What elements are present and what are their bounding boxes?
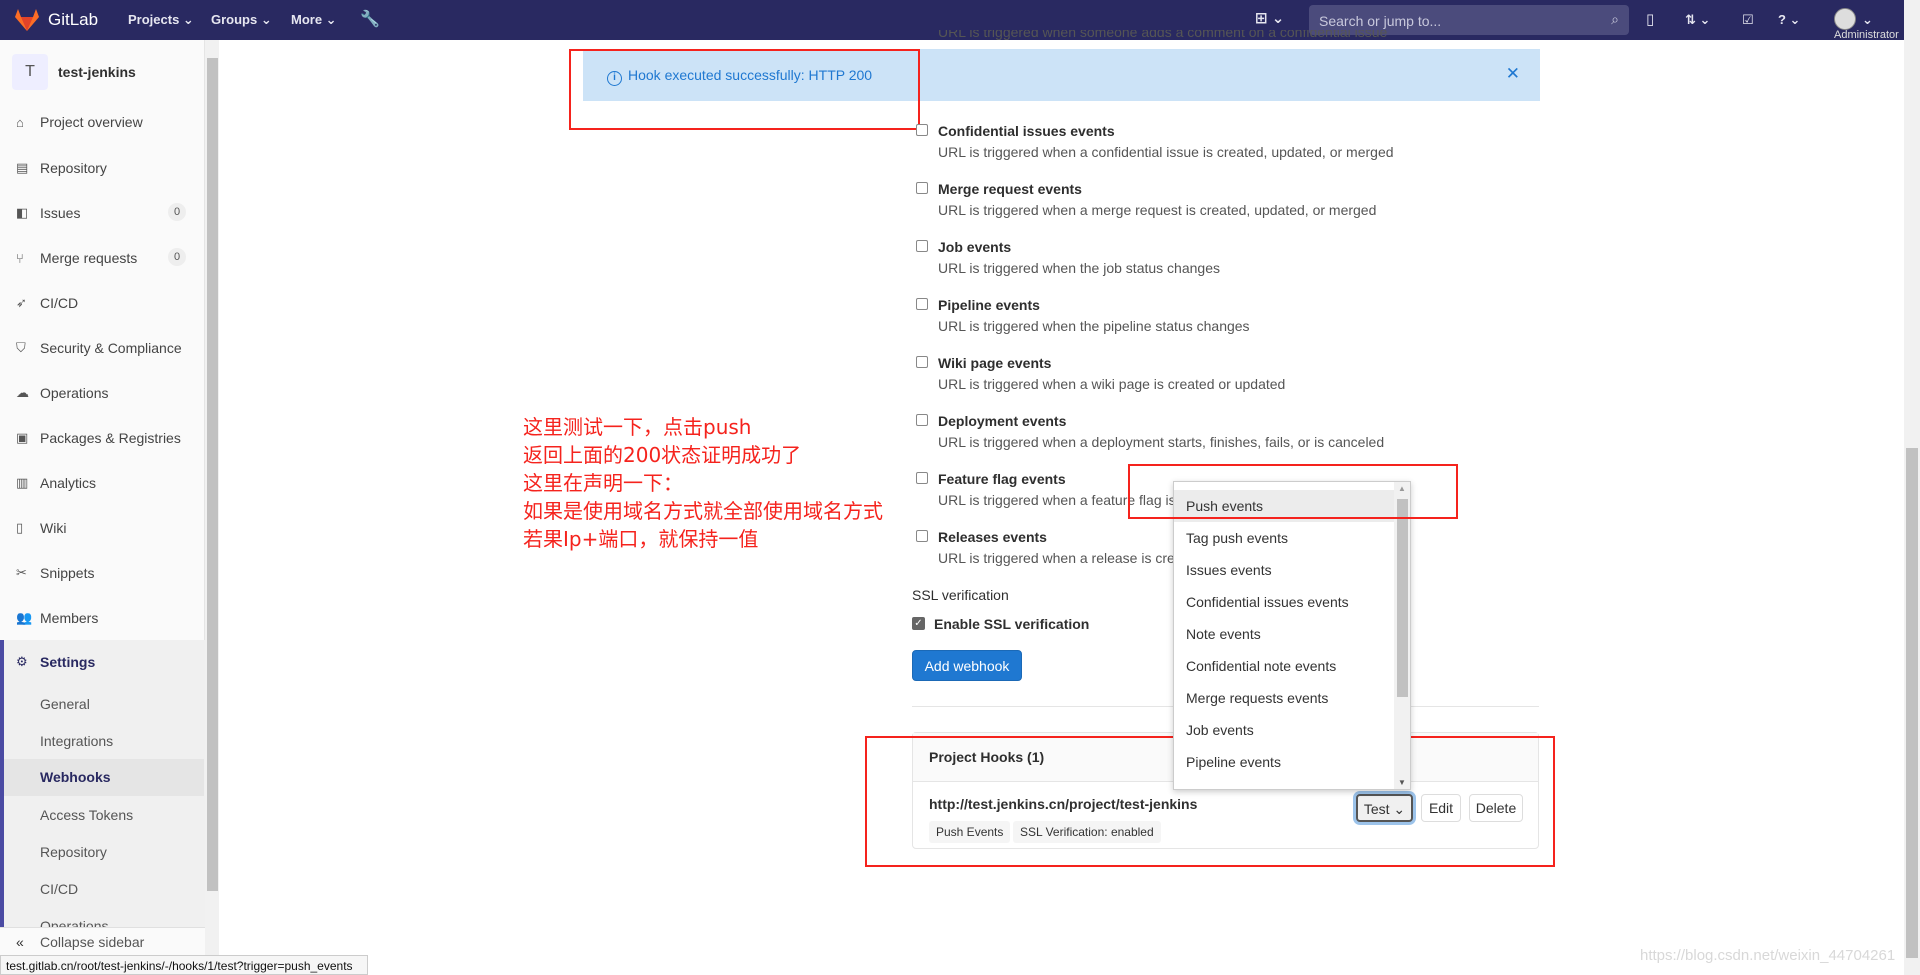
annotation-text: 这里测试一下，点击push 返回上面的200状态证明成功了 这里在声明一下： 如果是使… — [523, 415, 883, 551]
collapse-sidebar-button[interactable]: «Collapse sidebar — [0, 927, 205, 955]
sidebar-item-cicd[interactable]: ➶ CI/CD — [16, 295, 78, 311]
scissors-icon: ✂ — [16, 565, 27, 580]
issues-count: 0 — [168, 203, 186, 221]
sidebar-item-settings[interactable]: ⚙ Settings — [16, 654, 95, 670]
dropdown-scrollbar[interactable]: ▲ ▼ — [1394, 482, 1410, 789]
sidebar-item-merge-requests[interactable]: ⑂ Merge requests — [16, 250, 137, 266]
scroll-down-icon[interactable]: ▼ — [1398, 778, 1406, 787]
chart-icon: ▥ — [16, 475, 29, 490]
checkbox[interactable] — [916, 240, 928, 252]
checkbox-checked[interactable]: ✓ — [912, 617, 925, 630]
checkbox[interactable] — [916, 530, 928, 542]
dropdown-item-confidential-note[interactable]: Confidential note events — [1174, 650, 1396, 682]
test-dropdown-menu: Push events Tag push events Issues event… — [1173, 481, 1411, 790]
status-bar-url: test.gitlab.cn/root/test-jenkins/-/hooks… — [0, 955, 368, 975]
help-icon[interactable]: ? ⌄ — [1778, 12, 1800, 28]
dropdown-item-wiki-page[interactable]: Wiki page events — [1174, 778, 1396, 789]
annotation-box-flash — [569, 49, 920, 130]
sidebar-item-project-overview[interactable]: ⌂ Project overview — [16, 114, 143, 130]
brand-name[interactable]: GitLab — [48, 10, 98, 30]
checkbox[interactable] — [916, 414, 928, 426]
issues-icon: ◧ — [16, 205, 29, 220]
cloud-icon: ☁ — [16, 385, 29, 400]
dropdown-item-confidential-issues[interactable]: Confidential issues events — [1174, 586, 1396, 618]
checkbox[interactable] — [916, 472, 928, 484]
dropdown-item-merge-requests[interactable]: Merge requests events — [1174, 682, 1396, 714]
nav-more[interactable]: More ⌄ — [291, 12, 337, 28]
checkbox[interactable] — [916, 298, 928, 310]
settings-integrations[interactable]: Integrations — [40, 733, 113, 749]
checkbox[interactable] — [916, 356, 928, 368]
sidebar-item-issues[interactable]: ◧ Issues — [16, 205, 80, 221]
merge-icon: ⑂ — [16, 250, 24, 266]
double-chevron-left-icon: « — [16, 934, 24, 950]
chevron-down-icon[interactable]: ⌄ — [1862, 12, 1873, 28]
sidebar-item-analytics[interactable]: ▥ Analytics — [16, 475, 96, 491]
gitlab-logo-icon[interactable] — [14, 8, 40, 32]
page-scrollbar-thumb[interactable] — [1906, 448, 1918, 958]
settings-webhooks[interactable]: Webhooks — [40, 769, 111, 785]
nav-groups[interactable]: Groups ⌄ — [211, 12, 272, 28]
todos-icon[interactable]: ☑ — [1742, 12, 1754, 28]
add-webhook-button[interactable]: Add webhook — [912, 650, 1022, 681]
project-avatar[interactable]: T — [12, 54, 48, 90]
dropdown-item-issues[interactable]: Issues events — [1174, 554, 1396, 586]
sidebar-item-repository[interactable]: ▤ Repository — [16, 160, 107, 176]
user-name: Administrator — [1834, 29, 1899, 41]
close-icon[interactable]: ✕ — [1506, 64, 1520, 84]
mr-count: 0 — [168, 248, 186, 266]
sidebar: T test-jenkins ⌂ Project overview ▤ Reposi… — [0, 40, 205, 955]
watermark: https://blog.csdn.net/weixin_44704261 — [1640, 947, 1896, 964]
checkbox[interactable] — [916, 182, 928, 194]
settings-general[interactable]: General — [40, 696, 90, 712]
sidebar-item-security[interactable]: ⛉ Security & Compliance — [16, 340, 182, 356]
users-icon: 👥 — [16, 610, 33, 625]
page-scrollbar[interactable] — [1904, 0, 1920, 975]
sidebar-item-snippets[interactable]: ✂ Snippets — [16, 565, 94, 581]
package-icon: ▣ — [16, 430, 29, 445]
nav-projects[interactable]: Projects ⌄ — [128, 12, 194, 28]
rocket-icon: ➶ — [16, 295, 27, 310]
sidebar-item-wiki[interactable]: ▯ Wiki — [16, 520, 66, 536]
sidebar-item-members[interactable]: 👥 Members — [16, 610, 98, 626]
avatar[interactable] — [1834, 8, 1856, 30]
dropdown-item-tag-push[interactable]: Tag push events — [1174, 522, 1396, 554]
sidebar-scrollbar-thumb[interactable] — [207, 58, 218, 891]
todo-doc-icon[interactable]: ▯ — [1646, 10, 1654, 28]
merge-requests-icon[interactable]: ⇅ ⌄ — [1685, 12, 1710, 28]
shield-icon: ⛉ — [16, 340, 26, 355]
dropdown-item-pipeline[interactable]: Pipeline events — [1174, 746, 1396, 778]
settings-access-tokens[interactable]: Access Tokens — [40, 807, 133, 823]
dropdown-scrollbar-thumb[interactable] — [1397, 499, 1408, 697]
search-icon: ⌕ — [1611, 11, 1619, 27]
book-icon: ▯ — [16, 520, 24, 535]
sidebar-item-packages[interactable]: ▣ Packages & Registries — [16, 430, 181, 446]
dropdown-item-job[interactable]: Job events — [1174, 714, 1396, 746]
home-icon: ⌂ — [16, 114, 24, 130]
dropdown-item-note[interactable]: Note events — [1174, 618, 1396, 650]
annotation-box-push — [1128, 464, 1458, 519]
new-item-icon[interactable]: ⊞ ⌄ — [1255, 9, 1284, 27]
clipped-description: URL is triggered when someone adds a com… — [938, 30, 1388, 40]
ssl-label: Enable SSL verification — [934, 616, 1090, 632]
doc-icon: ▤ — [16, 160, 29, 175]
project-name[interactable]: test-jenkins — [58, 64, 136, 80]
ssl-heading: SSL verification — [912, 587, 1009, 603]
settings-repository[interactable]: Repository — [40, 844, 107, 860]
sidebar-item-operations[interactable]: ☁ Operations — [16, 385, 108, 401]
settings-section — [0, 640, 205, 955]
settings-cicd[interactable]: CI/CD — [40, 881, 78, 897]
checkbox[interactable] — [916, 124, 928, 136]
wrench-icon[interactable]: 🔧 — [360, 9, 380, 29]
gear-icon: ⚙ — [16, 654, 28, 669]
